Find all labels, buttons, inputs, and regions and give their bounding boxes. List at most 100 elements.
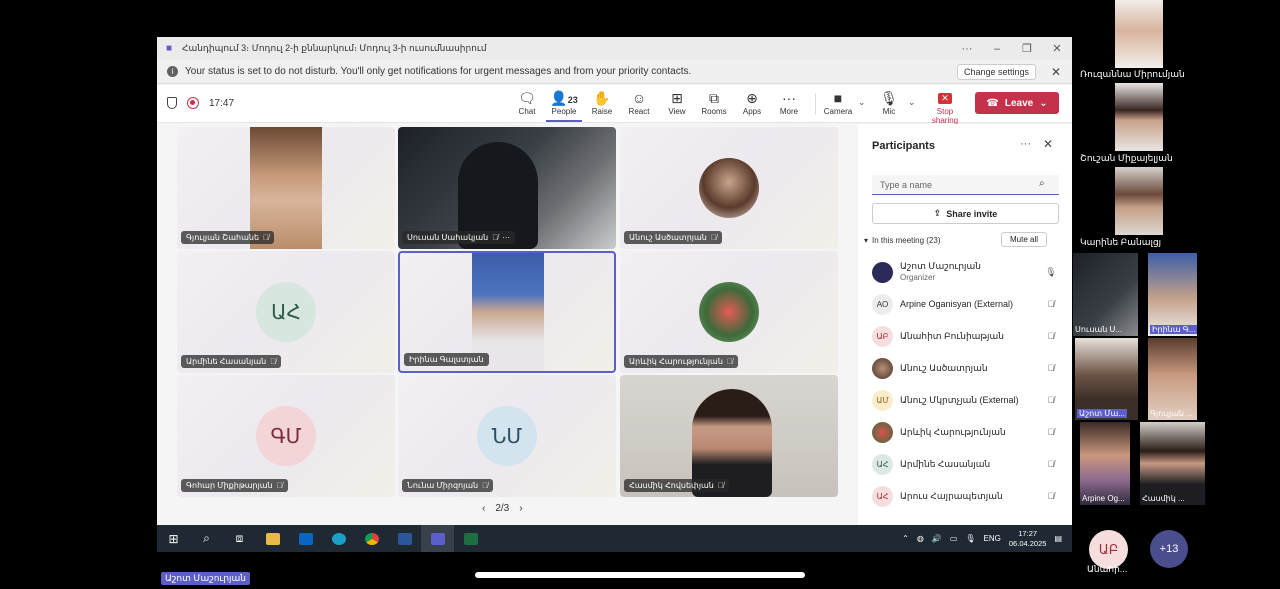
mic-off-icon: 🎙̸ xyxy=(726,357,733,366)
participant-thumbnail-label: Սուսան Ս... xyxy=(1075,325,1123,334)
stop-share-icon: ✕ xyxy=(938,93,952,104)
mute-all-button[interactable]: Mute all xyxy=(1001,232,1048,247)
participant-row[interactable]: ԱՀ Արուս Հայրապետյան 🎙̸ xyxy=(872,482,1059,510)
participant-name: Անահիտ Բունիաթյան xyxy=(900,330,1004,341)
panel-more-options-icon[interactable]: ··· xyxy=(1020,138,1031,150)
participant-row[interactable]: AO Arpine Oganisyan (External) 🎙̸ xyxy=(872,290,1059,318)
share-icon: ⇪ xyxy=(933,208,942,218)
participant-name: Arpine Oganisyan (External) xyxy=(900,298,1014,309)
taskbar-chrome[interactable] xyxy=(355,525,388,552)
dismiss-notice-button[interactable]: ✕ xyxy=(1046,65,1066,79)
taskbar-word[interactable] xyxy=(388,525,421,552)
task-view-button[interactable]: ⧈ xyxy=(223,525,256,552)
meeting-toolbar: 17:47 🗨 Chat 👤23 People ✋ Raise ☺ React ⊞ Vie… xyxy=(157,85,1072,125)
participant-thumbnail[interactable] xyxy=(1115,0,1163,68)
more-button[interactable]: ··· More xyxy=(771,89,807,116)
change-settings-button[interactable]: Change settings xyxy=(956,63,1036,80)
video-tile[interactable]: Անուշ Ասծատրյան 🎙̸ xyxy=(620,127,838,249)
volume-icon[interactable]: 🔊 xyxy=(932,534,942,543)
participant-row[interactable]: ԱԲ Անահիտ Բունիաթյան 🎙̸ xyxy=(872,322,1059,350)
start-button[interactable]: ⊞ xyxy=(157,525,190,552)
network-icon[interactable]: ◍ xyxy=(917,534,924,543)
chat-button[interactable]: 🗨 Chat xyxy=(509,89,545,116)
microphone-icon[interactable]: 🎙 xyxy=(965,534,975,543)
participant-row[interactable]: Աշոտ Մաշուրյան Organizer 🎙 xyxy=(872,258,1059,286)
participant-row[interactable]: Արևիկ Հարությունյան 🎙̸ xyxy=(872,418,1059,446)
video-tile[interactable]: Հասմիկ Հովսեփյան 🎙̸ xyxy=(620,375,838,497)
participant-thumbnail[interactable]: Գյուլյան ... xyxy=(1148,338,1197,420)
page-indicator: 2/3 xyxy=(495,503,510,514)
participant-thumbnail[interactable]: Իրինա Գ... xyxy=(1148,253,1197,336)
people-icon: 👤23 xyxy=(550,90,578,106)
home-indicator-bar[interactable] xyxy=(475,572,805,578)
taskbar-teams[interactable] xyxy=(421,525,454,552)
participant-thumbnail[interactable]: Arpine Og... xyxy=(1080,422,1130,505)
taskbar-edge[interactable] xyxy=(322,525,355,552)
more-participants-button[interactable]: +13 xyxy=(1150,530,1188,568)
rooms-button[interactable]: ⧉ Rooms xyxy=(696,89,732,116)
video-tile[interactable]: ԱՀ Արմինե Հասանյան 🎙̸ xyxy=(177,251,395,373)
in-meeting-section-header[interactable]: ▾ In this meeting (23) xyxy=(864,236,941,245)
more-options-button[interactable]: ··· xyxy=(952,43,982,55)
leave-button[interactable]: ☎ Leave ⌄ xyxy=(975,92,1059,114)
minimize-button[interactable]: – xyxy=(982,43,1012,55)
people-button[interactable]: 👤23 People xyxy=(546,89,582,122)
notifications-icon[interactable]: ▤ xyxy=(1054,534,1062,543)
taskbar-outlook[interactable] xyxy=(289,525,322,552)
battery-icon[interactable]: ▭ xyxy=(950,534,958,543)
next-page-chevron-icon[interactable]: › xyxy=(519,503,522,514)
task-view-icon: ⧈ xyxy=(235,531,244,545)
participant-row[interactable]: ԱՀ Արմինե Հասանյան 🎙̸ xyxy=(872,450,1059,478)
participant-row[interactable]: Անուշ Ասծատրյան 🎙̸ xyxy=(872,354,1059,382)
rooms-icon: ⧉ xyxy=(709,90,719,106)
participant-name: Արևիկ Հարությունյան xyxy=(900,426,1006,437)
stop-sharing-button[interactable]: ✕ Stop sharing xyxy=(923,89,967,125)
camera-options-chevron-icon[interactable]: ⌄ xyxy=(858,97,866,108)
collapse-chevron-icon: ▾ xyxy=(864,236,869,245)
participant-thumbnail[interactable]: Սուսան Ս... xyxy=(1073,253,1138,336)
windows-taskbar: ⊞ ⌕ ⧈ ⌃ ◍ 🔊 ▭ 🎙 ENG 17:27 06.04.2025 ▤ xyxy=(157,525,1072,552)
participant-search-input[interactable] xyxy=(872,175,1059,195)
video-tile[interactable]: ԳՄ Գոհար Միքիթարյան 🎙̸ xyxy=(177,375,395,497)
leave-options-chevron-icon[interactable]: ⌄ xyxy=(1039,98,1047,109)
close-panel-icon[interactable]: ✕ xyxy=(1043,137,1053,151)
restore-button[interactable]: ❐ xyxy=(1012,42,1042,55)
language-indicator[interactable]: ENG xyxy=(984,534,1001,543)
video-tile-active-speaker[interactable]: Իրինա Գալստյան xyxy=(398,251,616,373)
system-tray: ⌃ ◍ 🔊 ▭ 🎙 ENG 17:27 06.04.2025 ▤ xyxy=(902,525,1062,552)
participant-row[interactable]: ԱՄ Անուշ Մկրտչյան (External) 🎙̸ xyxy=(872,386,1059,414)
previous-page-chevron-icon[interactable]: ‹ xyxy=(482,503,485,514)
participant-thumbnail-label: Հասմիկ ... xyxy=(1142,494,1185,503)
taskbar-file-explorer[interactable] xyxy=(256,525,289,552)
share-invite-button[interactable]: ⇪ Share invite xyxy=(872,203,1059,224)
taskbar-clock[interactable]: 17:27 06.04.2025 xyxy=(1009,529,1047,549)
participant-thumbnail[interactable]: Աշոտ Մա... xyxy=(1075,338,1138,420)
video-tile[interactable]: Սուսան Սահակյան 🎙̸ ··· xyxy=(398,127,616,249)
tile-name-label: Անուշ Ասծատրյան 🎙̸ xyxy=(624,231,722,244)
tile-name-label: Արևիկ Հարությունյան 🎙̸ xyxy=(624,355,738,368)
react-button[interactable]: ☺ React xyxy=(621,89,657,116)
folder-icon xyxy=(265,532,280,545)
tile-more-icon[interactable]: ··· xyxy=(502,233,510,242)
tile-name-label: Գոհար Միքիթարյան 🎙̸ xyxy=(181,479,288,492)
participants-panel: Participants ··· ✕ ⌕ ⇪ Share invite ▾ In… xyxy=(858,124,1072,525)
close-window-button[interactable]: ✕ xyxy=(1042,42,1072,55)
view-button[interactable]: ⊞ View xyxy=(659,89,695,116)
taskbar-excel[interactable] xyxy=(454,525,487,552)
search-button[interactable]: ⌕ xyxy=(190,525,223,552)
participant-thumbnail[interactable] xyxy=(1115,83,1163,151)
video-tile[interactable]: Գյուլյան Շահանե 🎙̸ xyxy=(177,127,395,249)
tile-name-label: Գյուլյան Շահանե 🎙̸ xyxy=(181,231,275,244)
mic-options-chevron-icon[interactable]: ⌄ xyxy=(908,97,916,108)
video-tile[interactable]: Արևիկ Հարությունյան 🎙̸ xyxy=(620,251,838,373)
ellipsis-icon: ··· xyxy=(782,90,796,106)
raise-hand-button[interactable]: ✋ Raise xyxy=(584,89,620,116)
participant-thumbnail[interactable]: Հասմիկ ... xyxy=(1140,422,1205,505)
camera-button[interactable]: ■ Camera xyxy=(820,89,856,116)
video-tile[interactable]: ՆՄ Նունա Միրզոյան 🎙̸ xyxy=(398,375,616,497)
participant-thumbnail[interactable] xyxy=(1115,167,1163,235)
tray-overflow-chevron-icon[interactable]: ⌃ xyxy=(902,534,909,543)
outlook-icon xyxy=(298,532,313,545)
apps-button[interactable]: ⊕ Apps xyxy=(734,89,770,116)
mic-button[interactable]: 🎙 Mic xyxy=(871,89,907,116)
